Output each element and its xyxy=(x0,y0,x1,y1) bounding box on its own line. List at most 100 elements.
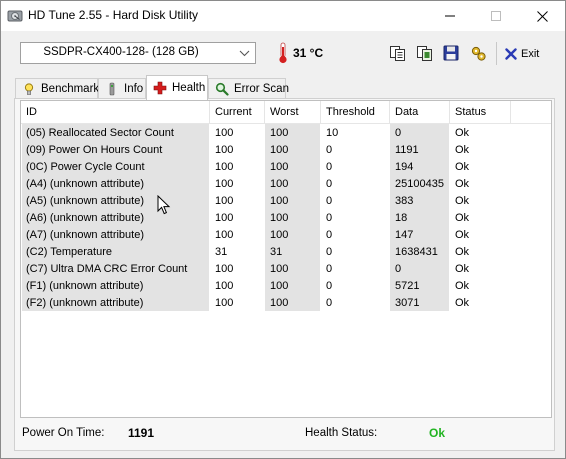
current-value-cell: 100 xyxy=(215,280,234,292)
save-icon xyxy=(443,45,459,61)
mouse-pointer-icon xyxy=(157,195,171,215)
column-header-worst[interactable]: Worst xyxy=(265,101,320,123)
smart-attribute-list[interactable]: ID Current Worst Threshold Data Status (… xyxy=(20,100,552,418)
save-button[interactable] xyxy=(441,43,461,63)
raw-data-value-cell: 3071 xyxy=(395,297,420,309)
raw-data-value-cell: 194 xyxy=(395,161,414,173)
attribute-id-cell: (0C) Power Cycle Count xyxy=(26,161,145,173)
attribute-id-cell: (C7) Ultra DMA CRC Error Count xyxy=(26,263,188,275)
table-row[interactable]: (09) Power On Hours Count 100 100 0 1191 Ok xyxy=(21,142,551,159)
status-value-cell: Ok xyxy=(455,280,470,292)
table-row[interactable]: (A6) (unknown attribute) 100 100 0 18 Ok xyxy=(21,210,551,227)
attribute-id-cell: (F2) (unknown attribute) xyxy=(26,297,144,309)
thermometer-icon xyxy=(279,42,287,64)
current-value-cell: 100 xyxy=(215,195,234,207)
table-row[interactable]: (A4) (unknown attribute) 100 100 0 25100435 O… xyxy=(21,176,551,193)
table-row[interactable]: (05) Reallocated Sector Count 100 100 10 0 Ok xyxy=(21,125,551,142)
status-value-cell: Ok xyxy=(455,246,470,258)
table-row[interactable]: (C7) Ultra DMA CRC Error Count 100 100 0 0 Ok xyxy=(21,261,551,278)
current-value-cell: 100 xyxy=(215,161,234,173)
minimize-button[interactable] xyxy=(427,1,473,31)
title-bar[interactable]: HD Tune 2.55 - Hard Disk Utility xyxy=(1,1,565,31)
status-value-cell: Ok xyxy=(455,297,470,309)
tab-error-scan[interactable]: Error Scan xyxy=(208,78,289,99)
magnifier-icon xyxy=(215,82,229,96)
raw-data-value-cell: 1638431 xyxy=(395,246,438,258)
worst-value-cell: 100 xyxy=(270,195,289,207)
table-row[interactable]: (0C) Power Cycle Count 100 100 0 194 Ok xyxy=(21,159,551,176)
worst-value-cell: 100 xyxy=(270,212,289,224)
table-row[interactable]: (A7) (unknown attribute) 100 100 0 147 Ok xyxy=(21,227,551,244)
worst-value-cell: 100 xyxy=(270,127,289,139)
attribute-id-cell: (F1) (unknown attribute) xyxy=(26,280,144,292)
info-icon xyxy=(105,82,119,96)
maximize-button[interactable] xyxy=(473,1,519,31)
tab-benchmark[interactable]: Benchmark xyxy=(15,78,100,99)
threshold-value-cell: 0 xyxy=(326,144,333,156)
copy-screenshot-icon xyxy=(416,45,432,61)
raw-data-value-cell: 0 xyxy=(395,127,402,139)
current-value-cell: 100 xyxy=(215,297,234,309)
exit-label: Exit xyxy=(521,48,540,60)
close-button[interactable] xyxy=(519,1,565,31)
tab-label: Health xyxy=(172,82,206,94)
options-button[interactable] xyxy=(468,43,488,63)
copy-button[interactable] xyxy=(387,43,407,63)
copy-screenshot-button[interactable] xyxy=(414,43,434,63)
exit-button[interactable]: Exit xyxy=(505,45,539,63)
column-header-status[interactable]: Status xyxy=(450,101,510,123)
threshold-value-cell: 0 xyxy=(326,246,333,258)
status-value-cell: Ok xyxy=(455,229,470,241)
worst-value-cell: 31 xyxy=(270,246,283,258)
minimize-icon xyxy=(445,15,455,17)
raw-data-value-cell: 383 xyxy=(395,195,414,207)
current-value-cell: 100 xyxy=(215,127,234,139)
drive-select[interactable]: SSDPR-CX400-128- (128 GB) xyxy=(20,42,256,64)
lightbulb-icon xyxy=(22,82,36,96)
worst-value-cell: 100 xyxy=(270,178,289,190)
power-on-time-label: Power On Time: xyxy=(22,427,105,439)
worst-value-cell: 100 xyxy=(270,280,289,292)
threshold-value-cell: 0 xyxy=(326,161,333,173)
table-row[interactable]: (A5) (unknown attribute) 100 100 0 383 Ok xyxy=(21,193,551,210)
raw-data-value-cell: 0 xyxy=(395,263,402,275)
window-title: HD Tune 2.55 - Hard Disk Utility xyxy=(28,8,199,22)
attribute-id-cell: (05) Reallocated Sector Count xyxy=(26,127,174,139)
current-value-cell: 100 xyxy=(215,144,234,156)
status-value-cell: Ok xyxy=(455,161,470,173)
threshold-value-cell: 10 xyxy=(326,127,339,139)
current-value-cell: 100 xyxy=(215,263,234,275)
raw-data-value-cell: 1191 xyxy=(395,144,419,156)
column-divider[interactable] xyxy=(510,101,511,123)
column-header-data[interactable]: Data xyxy=(390,101,449,123)
status-value-cell: Ok xyxy=(455,127,470,139)
tab-info[interactable]: Info xyxy=(98,78,146,99)
list-header: ID Current Worst Threshold Data Status xyxy=(21,101,551,124)
health-status-value: Ok xyxy=(429,426,446,440)
column-header-current[interactable]: Current xyxy=(210,101,264,123)
attribute-id-cell: (A4) (unknown attribute) xyxy=(26,178,144,190)
table-row[interactable]: (F1) (unknown attribute) 100 100 0 5721 Ok xyxy=(21,278,551,295)
current-value-cell: 31 xyxy=(215,246,228,258)
tab-label: Benchmark xyxy=(41,83,100,95)
exit-icon xyxy=(505,48,517,60)
threshold-value-cell: 0 xyxy=(326,178,333,190)
worst-value-cell: 100 xyxy=(270,144,289,156)
copy-icon xyxy=(389,45,405,61)
temperature-readout: 31 °C xyxy=(293,46,324,60)
column-header-threshold[interactable]: Threshold xyxy=(321,101,389,123)
column-header-id[interactable]: ID xyxy=(21,101,209,123)
raw-data-value-cell: 18 xyxy=(395,212,408,224)
worst-value-cell: 100 xyxy=(270,297,289,309)
status-value-cell: Ok xyxy=(455,212,470,224)
worst-value-cell: 100 xyxy=(270,161,289,173)
attribute-id-cell: (C2) Temperature xyxy=(26,246,112,258)
attribute-id-cell: (A6) (unknown attribute) xyxy=(26,212,144,224)
table-row[interactable]: (F2) (unknown attribute) 100 100 0 3071 Ok xyxy=(21,295,551,312)
threshold-value-cell: 0 xyxy=(326,229,333,241)
attribute-id-cell: (A7) (unknown attribute) xyxy=(26,229,144,241)
tab-health[interactable]: Health xyxy=(146,75,208,100)
worst-value-cell: 100 xyxy=(270,263,289,275)
table-row[interactable]: (C2) Temperature 31 31 0 1638431 Ok xyxy=(21,244,551,261)
current-value-cell: 100 xyxy=(215,212,234,224)
